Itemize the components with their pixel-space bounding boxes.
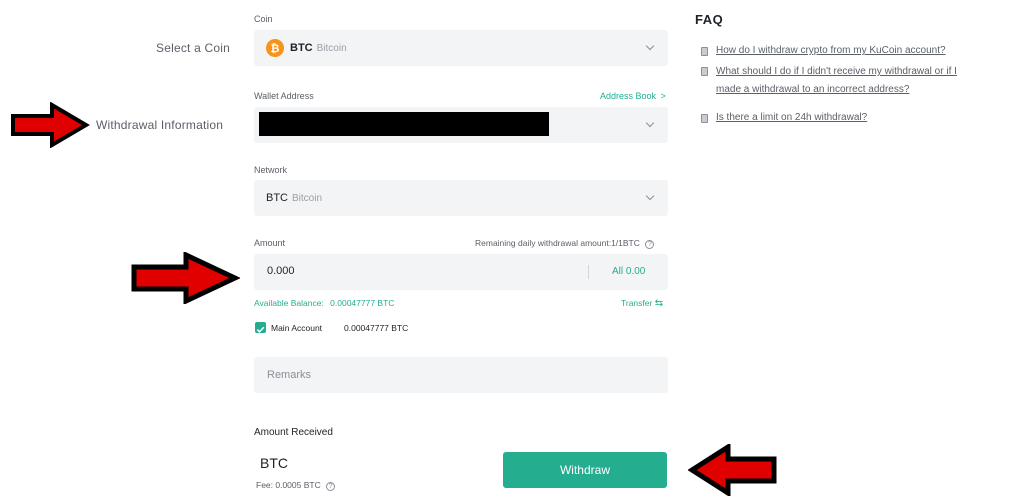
transfer-icon: ⇆ — [654, 298, 664, 309]
chevron-down-icon — [645, 118, 655, 128]
amount-input[interactable]: 0.000 — [267, 265, 295, 277]
faq-link[interactable]: Is there a limit on 24h withdrawal? — [716, 109, 867, 127]
chevron-down-icon — [645, 191, 655, 201]
coin-select[interactable]: ₿ BTC Bitcoin — [254, 30, 668, 66]
help-icon[interactable]: ? — [326, 482, 336, 491]
main-account-checkbox[interactable] — [255, 322, 266, 333]
remarks-field[interactable]: Remarks — [254, 357, 668, 393]
faq-title: FAQ — [695, 12, 724, 27]
annotation-arrow-right-icon — [131, 252, 240, 304]
coin-name: Bitcoin — [316, 42, 347, 54]
network-select[interactable]: BTC Bitcoin — [254, 180, 668, 216]
faq-link[interactable]: How do I withdraw crypto from my KuCoin … — [716, 42, 946, 60]
annotation-arrow-left-icon — [688, 444, 777, 496]
available-balance: Available Balance: 0.00047777 BTC — [254, 298, 394, 308]
document-icon — [701, 67, 708, 76]
withdrawal-information-label: Withdrawal Information — [96, 118, 224, 132]
coin-symbol: BTC — [290, 42, 313, 54]
remaining-withdrawal-text: Remaining daily withdrawal amount:1/1BTC — [475, 238, 640, 248]
annotation-arrow-right-icon — [11, 102, 90, 148]
redacted-address — [259, 112, 549, 136]
chevron-down-icon — [645, 41, 655, 51]
bitcoin-icon: ₿ — [266, 39, 284, 57]
checkmark-icon — [256, 326, 265, 333]
faq-item[interactable]: How do I withdraw crypto from my KuCoin … — [701, 42, 946, 60]
chevron-right-icon: > — [660, 91, 666, 101]
wallet-address-label: Wallet Address — [254, 91, 314, 101]
network-symbol: BTC — [266, 192, 288, 204]
help-icon[interactable]: ? — [645, 240, 655, 249]
faq-link-line: made a withdrawal to an incorrect addres… — [716, 84, 910, 95]
main-account-label: Main Account — [271, 323, 323, 333]
network-name: Bitcoin — [292, 192, 323, 204]
amount-received-label: Amount Received — [254, 427, 333, 438]
document-icon — [701, 46, 708, 56]
document-icon — [701, 113, 708, 123]
address-book-link[interactable]: Address Book > — [600, 91, 666, 101]
faq-item[interactable]: Is there a limit on 24h withdrawal? — [701, 109, 867, 127]
amount-label: Amount — [254, 238, 286, 248]
network-label: Network — [254, 165, 288, 175]
amount-divider — [588, 265, 589, 279]
faq-item[interactable]: What should I do if I didn't receive my … — [701, 63, 957, 99]
all-value: 0.00 — [625, 266, 646, 277]
amount-field[interactable]: 0.000 All 0.00 — [254, 254, 668, 290]
available-balance-value: 0.00047777 BTC — [330, 298, 395, 308]
select-coin-label: Select a Coin — [156, 41, 230, 55]
transfer-link[interactable]: Transfer ⇆ — [621, 298, 663, 309]
faq-link[interactable]: What should I do if I didn't receive my … — [716, 63, 957, 99]
all-button[interactable]: All 0.00 — [612, 266, 645, 277]
available-balance-label: Available Balance: — [254, 298, 324, 308]
fee-text: Fee: 0.0005 BTC — [256, 480, 321, 490]
remaining-withdrawal: Remaining daily withdrawal amount:1/1BTC… — [475, 238, 655, 249]
wallet-address-select[interactable] — [254, 107, 668, 143]
transfer-label: Transfer — [621, 298, 653, 308]
coin-field-label: Coin — [254, 14, 273, 24]
address-book-label: Address Book — [600, 91, 657, 101]
withdraw-button[interactable]: Withdraw — [503, 452, 667, 488]
amount-received-symbol: BTC — [260, 455, 288, 471]
main-account-balance: 0.00047777 BTC — [344, 323, 409, 333]
faq-link-line: What should I do if I didn't receive my … — [716, 66, 957, 77]
remarks-placeholder: Remarks — [267, 369, 312, 381]
fee-info: Fee: 0.0005 BTC ? — [256, 480, 336, 491]
all-label: All — [612, 266, 624, 277]
